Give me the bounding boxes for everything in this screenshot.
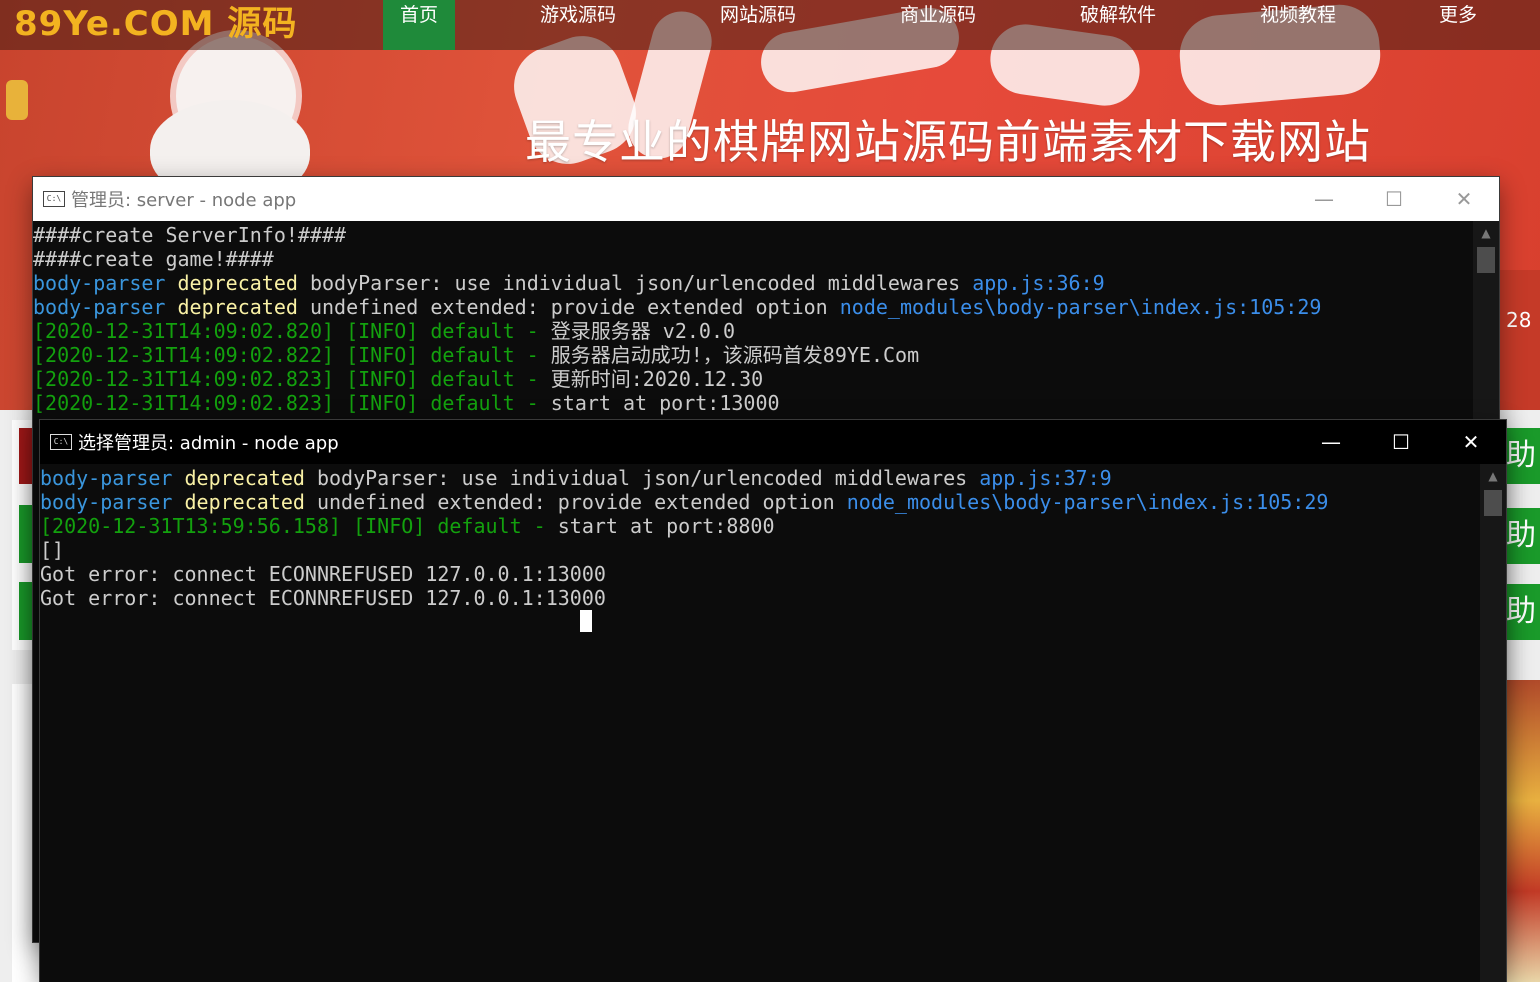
- console-line: ####create game!####: [33, 247, 1473, 271]
- nav-cracked-software[interactable]: 破解软件: [1068, 0, 1168, 50]
- console-line: []: [40, 538, 1480, 562]
- cmd-icon: C:\: [50, 434, 72, 450]
- site-logo[interactable]: 89Ye.COM 源码: [14, 0, 297, 45]
- console-text-segment: bodyParser: use individual json/urlencod…: [316, 466, 980, 490]
- console-text-segment: [2020-12-31T14:09:02.820] [INFO] default…: [33, 319, 551, 343]
- console-text-segment: bodyParser: use individual json/urlencod…: [309, 271, 973, 295]
- window-titlebar[interactable]: C:\ 选择管理员: admin - node app — ☐ ✕: [40, 420, 1506, 464]
- console-line: [2020-12-31T14:09:02.823] [INFO] default…: [33, 391, 1473, 415]
- console-text-segment: body-parser: [33, 271, 178, 295]
- console-text-segment: body-parser: [33, 295, 178, 319]
- scroll-up-icon[interactable]: ▲: [1473, 223, 1499, 243]
- scroll-thumb[interactable]: [1484, 490, 1502, 516]
- scrollbar[interactable]: ▲: [1480, 464, 1506, 982]
- console-text-segment: node_modules\body-parser\index.js:105:29: [846, 490, 1329, 514]
- console-text-segment: deprecated: [177, 295, 310, 319]
- minimize-icon[interactable]: —: [1289, 177, 1359, 221]
- cmd-icon: C:\: [43, 191, 65, 207]
- text-cursor: [580, 610, 592, 632]
- side-help-button[interactable]: 助: [1506, 508, 1540, 564]
- console-text-segment: app.js:37:9: [979, 466, 1112, 490]
- console-line: Got error: connect ECONNREFUSED 127.0.0.…: [40, 586, 1480, 610]
- window-title: 选择管理员: admin - node app: [78, 433, 339, 454]
- close-icon[interactable]: ✕: [1436, 420, 1506, 464]
- console-text-segment: [2020-12-31T14:09:02.823] [INFO] default…: [33, 367, 551, 391]
- window-title: 管理员: server - node app: [71, 190, 297, 211]
- console-line: body-parser deprecated undefined extende…: [40, 490, 1480, 514]
- lantern-decoration: [6, 80, 28, 120]
- maximize-icon[interactable]: ☐: [1366, 420, 1436, 464]
- console-text-segment: deprecated: [184, 466, 317, 490]
- console-line: body-parser deprecated undefined extende…: [33, 295, 1473, 319]
- side-number: 28: [1506, 308, 1532, 332]
- nav-website-source[interactable]: 网站源码: [708, 0, 808, 50]
- console-line: Got error: connect ECONNREFUSED 127.0.0.…: [40, 562, 1480, 586]
- console-line: body-parser deprecated bodyParser: use i…: [40, 466, 1480, 490]
- console-text-segment: 服务器启动成功!，该源码首发89YE.Com: [550, 343, 920, 367]
- scroll-up-icon[interactable]: ▲: [1480, 466, 1506, 486]
- console-output[interactable]: body-parser deprecated bodyParser: use i…: [40, 464, 1480, 982]
- console-text-segment: deprecated: [184, 490, 317, 514]
- console-text-segment: []: [40, 538, 65, 562]
- close-icon[interactable]: ✕: [1429, 177, 1499, 221]
- console-text-segment: node_modules\body-parser\index.js:105:29: [839, 295, 1322, 319]
- console-text-segment: body-parser: [40, 466, 185, 490]
- side-advert-image: [1506, 680, 1540, 982]
- console-window-admin[interactable]: C:\ 选择管理员: admin - node app — ☐ ✕ body-p…: [40, 420, 1506, 982]
- nav-commercial-source[interactable]: 商业源码: [888, 0, 988, 50]
- console-text-segment: Got error: connect ECONNREFUSED 127.0.0.…: [40, 586, 606, 610]
- nav-video-tutorials[interactable]: 视频教程: [1248, 0, 1348, 50]
- minimize-icon[interactable]: —: [1296, 420, 1366, 464]
- console-text-segment: body-parser: [40, 490, 185, 514]
- nav-more[interactable]: 更多: [1428, 0, 1488, 50]
- console-text-segment: Got error: connect ECONNREFUSED 127.0.0.…: [40, 562, 606, 586]
- nav-game-source[interactable]: 游戏源码: [528, 0, 628, 50]
- side-decoration: [1500, 270, 1540, 410]
- console-text-segment: deprecated: [177, 271, 310, 295]
- console-line: [2020-12-31T14:09:02.822] [INFO] default…: [33, 343, 1473, 367]
- console-text-segment: undefined extended: provide extended opt…: [309, 295, 840, 319]
- side-help-button[interactable]: 助: [1506, 584, 1540, 640]
- console-text-segment: ####create ServerInfo!####: [33, 223, 347, 247]
- console-text-segment: start at port:13000: [550, 391, 780, 415]
- console-line: [2020-12-31T14:09:02.820] [INFO] default…: [33, 319, 1473, 343]
- console-text-segment: start at port:8800: [557, 514, 775, 538]
- console-line: [2020-12-31T13:59:56.158] [INFO] default…: [40, 514, 1480, 538]
- console-text-segment: [2020-12-31T13:59:56.158] [INFO] default…: [40, 514, 558, 538]
- console-line: body-parser deprecated bodyParser: use i…: [33, 271, 1473, 295]
- console-text-segment: 更新时间:2020.12.30: [550, 367, 764, 391]
- console-text-segment: 登录服务器 v2.0.0: [550, 319, 736, 343]
- console-text-segment: app.js:36:9: [972, 271, 1105, 295]
- console-text-segment: [2020-12-31T14:09:02.823] [INFO] default…: [33, 391, 551, 415]
- maximize-icon[interactable]: ☐: [1359, 177, 1429, 221]
- console-text-segment: ####create game!####: [33, 247, 274, 271]
- scroll-thumb[interactable]: [1477, 247, 1495, 273]
- console-line: [2020-12-31T14:09:02.823] [INFO] default…: [33, 367, 1473, 391]
- banner-slogan: 最专业的棋牌网站源码前端素材下载网站: [525, 115, 1371, 169]
- window-titlebar[interactable]: C:\ 管理员: server - node app — ☐ ✕: [33, 177, 1499, 221]
- console-line: ####create ServerInfo!####: [33, 223, 1473, 247]
- console-text-segment: undefined extended: provide extended opt…: [316, 490, 847, 514]
- console-text-segment: [2020-12-31T14:09:02.822] [INFO] default…: [33, 343, 551, 367]
- top-navigation: 89Ye.COM 源码 首页 游戏源码 网站源码 商业源码 破解软件 视频教程 …: [0, 0, 1540, 50]
- side-help-button[interactable]: 助: [1506, 428, 1540, 484]
- nav-home[interactable]: 首页: [383, 0, 455, 50]
